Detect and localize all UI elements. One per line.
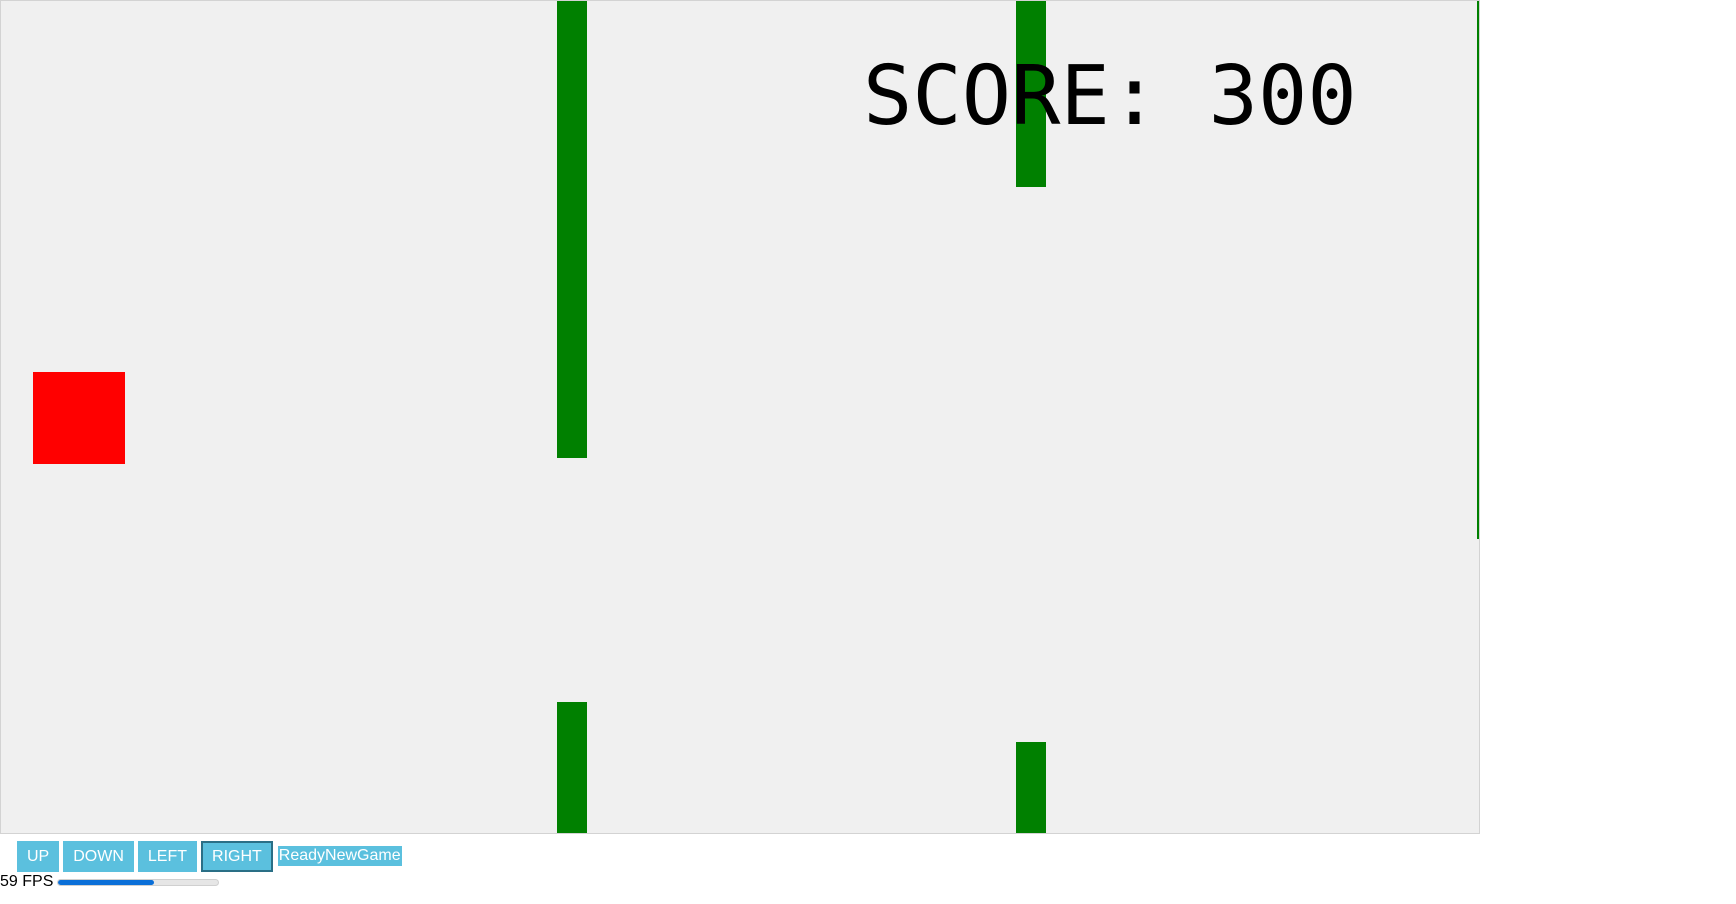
up-button[interactable]: UP bbox=[17, 840, 60, 872]
obstacle-bottom-2 bbox=[1016, 742, 1046, 833]
down-button[interactable]: DOWN bbox=[63, 840, 134, 872]
obstacle-bottom-1 bbox=[557, 702, 587, 833]
fps-readout: 59 FPS bbox=[0, 872, 53, 892]
right-button[interactable]: RIGHT bbox=[201, 840, 273, 872]
fps-bar bbox=[57, 878, 220, 886]
fps-value: 59 bbox=[0, 873, 18, 890]
score-label: SCORE: bbox=[863, 49, 1160, 144]
left-button[interactable]: LEFT bbox=[137, 840, 198, 872]
fps-unit: FPS bbox=[22, 873, 54, 890]
fps-meter: 59 FPS bbox=[0, 872, 220, 892]
fps-bar-fill bbox=[58, 879, 155, 885]
score-value: 300 bbox=[1208, 49, 1357, 144]
game-canvas: SCORE: 300 bbox=[0, 0, 1480, 834]
ready-new-game-text: ReadyNewGame bbox=[277, 846, 402, 866]
controls-bar: UP DOWN LEFT RIGHT ReadyNewGame bbox=[17, 840, 402, 872]
obstacle-edge bbox=[1477, 1, 1479, 539]
player-square bbox=[33, 372, 125, 464]
obstacle-top-1 bbox=[557, 1, 587, 458]
score-display: SCORE: 300 bbox=[863, 49, 1357, 145]
